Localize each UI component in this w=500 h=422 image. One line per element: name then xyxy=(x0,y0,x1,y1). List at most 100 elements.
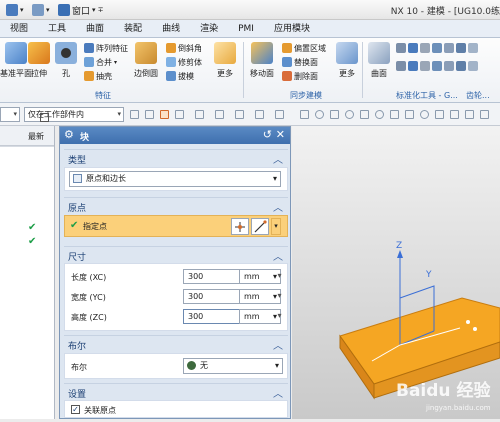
snap-point-icon[interactable] xyxy=(360,110,369,119)
select-icon[interactable] xyxy=(215,110,224,119)
collapse-icon[interactable]: ︿ xyxy=(273,199,283,214)
trim-body-label: 修剪体 xyxy=(178,57,202,67)
close-icon[interactable]: ✕ xyxy=(276,128,285,141)
width-formula-button[interactable]: ▾ xyxy=(274,289,285,304)
move-face-label: 移动面 xyxy=(250,69,274,78)
offset-region-label: 偏置区域 xyxy=(294,43,326,53)
extrude-button[interactable]: 拉伸 xyxy=(28,42,50,79)
more-icon xyxy=(336,42,358,64)
length-label: 长度 (XC) xyxy=(71,273,107,282)
menu-pmi[interactable]: PMI xyxy=(228,20,264,37)
hole-button[interactable]: 孔 xyxy=(55,42,77,79)
menu-assembly[interactable]: 装配 xyxy=(114,20,152,37)
select-icon[interactable] xyxy=(235,110,244,119)
select-icon[interactable] xyxy=(145,110,154,119)
associative-origin-checkbox[interactable]: ✓ xyxy=(71,405,80,414)
origin-section-header[interactable]: 原点 ︿ xyxy=(64,197,288,214)
snap-point-icon[interactable] xyxy=(300,110,309,119)
specify-point-label: 指定点 xyxy=(83,222,107,231)
window-menu-button[interactable]: 窗口 ▾ ∓ xyxy=(58,3,104,17)
collapse-icon[interactable]: ︿ xyxy=(273,248,283,263)
inferred-point-button[interactable] xyxy=(251,218,269,235)
associative-origin-label: 关联原点 xyxy=(84,406,116,415)
type-section-header[interactable]: 类型 ︿ xyxy=(64,149,288,166)
block-type-icon xyxy=(73,174,82,183)
snap-point-icon[interactable] xyxy=(420,110,429,119)
snap-point-icon[interactable] xyxy=(465,110,474,119)
length-input[interactable]: 300 xyxy=(183,269,245,284)
axis-handle xyxy=(466,320,470,324)
pattern-feature-button[interactable]: 阵列特征 xyxy=(84,42,128,54)
collapse-icon[interactable]: ︿ xyxy=(273,151,283,166)
boolean-section-header[interactable]: 布尔 ︿ xyxy=(64,335,288,352)
draft-button[interactable]: 拔模 xyxy=(166,70,194,82)
point-type-dropdown[interactable]: ▾ xyxy=(271,218,281,235)
part-icon[interactable]: ▾ xyxy=(6,3,24,17)
size-section-header[interactable]: 尺寸 ︿ xyxy=(64,246,288,263)
trim-body-button[interactable]: 修剪体 xyxy=(166,56,202,68)
navigator-column-latest[interactable]: 最新 xyxy=(28,131,44,142)
menu-view[interactable]: 视图 xyxy=(0,20,38,37)
ribbon-separator xyxy=(243,42,244,98)
snap-point-icon[interactable] xyxy=(375,110,384,119)
select-icon[interactable] xyxy=(175,110,184,119)
menu-application[interactable]: 应用模块 xyxy=(264,20,320,37)
title-bar: ▾ ▾ 窗口 ▾ ∓ NX 10 - 建模 - [UG10.0练 xyxy=(0,0,500,20)
select-icon[interactable] xyxy=(255,110,264,119)
width-input[interactable]: 300 xyxy=(183,289,245,304)
reset-icon[interactable]: ↺ xyxy=(263,128,272,141)
std-tool-row-1[interactable] xyxy=(396,42,478,54)
boolean-select[interactable]: 无 ▾ xyxy=(183,358,283,374)
type-select[interactable]: 原点和边长 ▾ xyxy=(69,171,281,187)
menu-surface[interactable]: 曲面 xyxy=(76,20,114,37)
menu-combo[interactable]: ▾ xyxy=(0,107,20,122)
select-icon[interactable] xyxy=(195,110,204,119)
offset-region-button[interactable]: 偏置区域 xyxy=(282,42,326,54)
filter-scope-select[interactable]: 仅在工作部件内 ▾ xyxy=(24,107,124,122)
snap-point-icon[interactable] xyxy=(330,110,339,119)
menu-render[interactable]: 渲染 xyxy=(190,20,228,37)
navigator-maximize-icon[interactable] xyxy=(40,113,49,122)
point-dialog-button[interactable] xyxy=(231,218,249,235)
select-icon[interactable] xyxy=(130,110,139,119)
menu-tools[interactable]: 工具 xyxy=(38,20,76,37)
settings-section-body: ✓ 关联原点 xyxy=(64,400,288,418)
move-face-button[interactable]: 移动面 xyxy=(250,42,274,79)
trim-body-icon xyxy=(166,57,176,67)
collapse-icon[interactable]: ︿ xyxy=(273,337,283,352)
snap-point-icon[interactable] xyxy=(315,110,324,119)
edge-blend-button[interactable]: 边倒圆 xyxy=(134,42,158,79)
height-input[interactable]: 300 xyxy=(183,309,245,324)
length-formula-button[interactable]: ▾ xyxy=(274,269,285,284)
snap-icon[interactable] xyxy=(160,110,169,119)
more-button-2[interactable]: 更多 xyxy=(336,42,358,79)
chamfer-button[interactable]: 倒斜角 xyxy=(166,42,202,54)
select-icon[interactable] xyxy=(275,110,284,119)
replace-face-button[interactable]: 替换面 xyxy=(282,56,318,68)
snap-point-icon[interactable] xyxy=(480,110,489,119)
redo-icon[interactable]: ▾ xyxy=(32,3,50,17)
snap-point-icon[interactable] xyxy=(435,110,444,119)
replace-face-label: 替换面 xyxy=(294,57,318,67)
snap-point-icon[interactable] xyxy=(405,110,414,119)
specify-point-row[interactable]: ✔ 指定点 ▾ xyxy=(64,215,288,237)
snap-point-icon[interactable] xyxy=(390,110,399,119)
shell-button[interactable]: 抽壳 xyxy=(84,70,112,82)
snap-point-icon[interactable] xyxy=(450,110,459,119)
height-formula-button[interactable]: ▾ xyxy=(274,309,285,324)
settings-section-header[interactable]: 设置 ︿ xyxy=(64,383,288,400)
surface-button[interactable]: 曲面 xyxy=(368,42,390,79)
unite-button[interactable]: 合并 ▾ xyxy=(84,56,117,68)
ribbon: 基准平面 拉伸 孔 阵列特征 合并 ▾ 抽壳 边倒圆 倒斜角 修剪体 拔模 更多 … xyxy=(0,38,500,103)
delete-face-button[interactable]: 删除面 xyxy=(282,70,318,82)
extrude-label: 拉伸 xyxy=(31,69,47,78)
axis-handle xyxy=(473,327,477,331)
snap-point-icon[interactable] xyxy=(345,110,354,119)
window-icon xyxy=(58,4,70,16)
menu-curve[interactable]: 曲线 xyxy=(152,20,190,37)
more-button-1[interactable]: 更多 xyxy=(214,42,236,79)
collapse-icon[interactable]: ︿ xyxy=(273,385,283,400)
boolean-none-icon xyxy=(187,361,196,370)
graphics-viewport[interactable]: Z Y Baidu 经验 jingyan.baidu.com xyxy=(292,126,500,419)
std-tool-row-2[interactable] xyxy=(396,60,478,72)
